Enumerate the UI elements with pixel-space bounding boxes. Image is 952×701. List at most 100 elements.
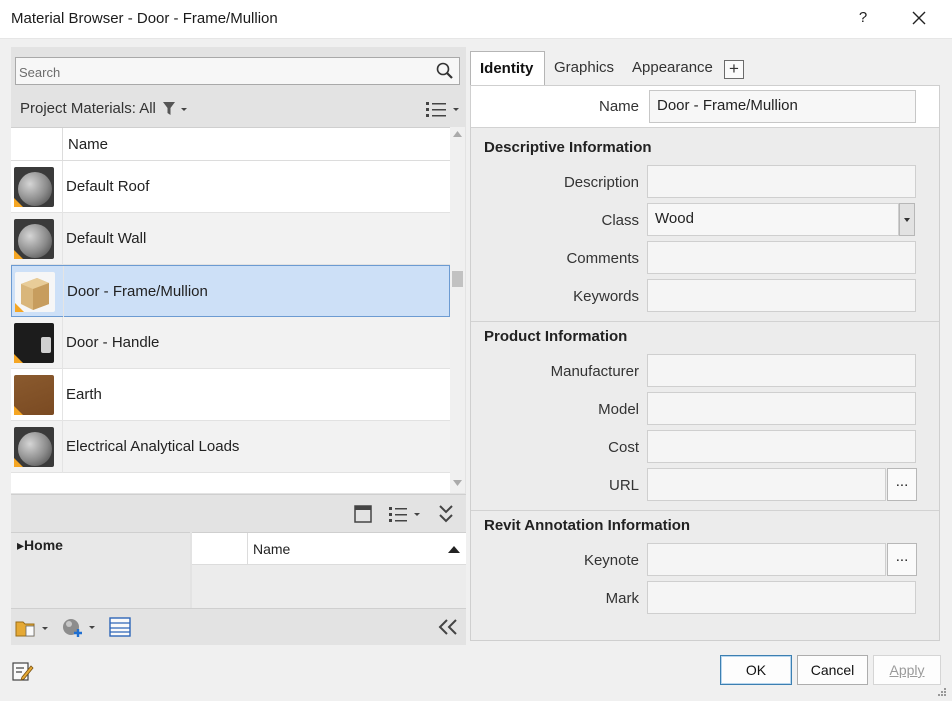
close-button[interactable] <box>905 6 933 30</box>
model-label: Model <box>598 401 639 418</box>
filter-icon[interactable] <box>161 101 197 117</box>
cancel-button[interactable]: Cancel <box>797 655 868 685</box>
tab-identity[interactable]: Identity <box>470 51 545 86</box>
keywords-field[interactable] <box>647 279 916 312</box>
name-field[interactable]: Door - Frame/Mullion <box>649 90 916 123</box>
url-label: URL <box>608 477 639 494</box>
search-input[interactable] <box>19 62 419 82</box>
search-icon[interactable] <box>435 61 455 81</box>
manufacturer-field[interactable] <box>647 354 916 387</box>
class-dropdown-arrow-icon[interactable] <box>899 203 915 236</box>
material-row[interactable]: Door - Frame/Mullion <box>11 265 450 318</box>
material-row[interactable]: Door - Handle <box>11 317 450 369</box>
keynote-field[interactable] <box>647 543 886 576</box>
column-separator <box>62 161 63 213</box>
column-separator <box>62 128 63 161</box>
material-name: Default Roof <box>66 178 150 195</box>
model-field[interactable] <box>647 392 916 425</box>
project-materials-label: Project Materials: All <box>20 100 156 117</box>
bottom-toolbar <box>11 608 466 645</box>
section-divider <box>471 510 939 511</box>
scroll-up-icon[interactable] <box>453 130 462 138</box>
material-thumbnail <box>15 272 55 312</box>
description-field[interactable] <box>647 165 916 198</box>
library-home-item[interactable]: ▸Home <box>17 537 63 554</box>
apply-button[interactable]: Apply <box>873 655 941 685</box>
project-materials-bar: Project Materials: All <box>11 92 466 126</box>
tab-bar: Identity Graphics Appearance + <box>470 51 940 86</box>
library-list-header[interactable]: Name <box>192 533 466 565</box>
material-thumbnail <box>14 323 54 363</box>
material-list-scrollbar[interactable] <box>450 127 465 493</box>
library-list-view-icon[interactable] <box>387 504 423 524</box>
resize-grip-icon[interactable] <box>936 686 948 698</box>
comments-field[interactable] <box>647 241 916 274</box>
keynote-label: Keynote <box>583 552 639 569</box>
tab-appearance[interactable]: Appearance <box>623 51 722 85</box>
library-material-list[interactable]: Name <box>192 532 466 608</box>
mark-label: Mark <box>605 590 639 607</box>
keywords-label: Keywords <box>573 288 639 305</box>
cost-label: Cost <box>608 439 639 456</box>
panel-view-icon[interactable] <box>353 504 373 524</box>
material-name: Default Wall <box>66 230 147 247</box>
scroll-thumb[interactable] <box>452 271 463 287</box>
material-row[interactable]: Earth <box>11 369 450 421</box>
description-label: Description <box>563 174 639 191</box>
material-list[interactable]: Default Mass ShadeDefault RoofDefault Wa… <box>11 127 450 493</box>
library-toolbar <box>11 494 466 532</box>
column-separator <box>62 421 63 473</box>
material-thumbnail <box>14 375 54 415</box>
library-tree[interactable]: ▸Home <box>11 532 190 608</box>
url-browse-button[interactable]: ... <box>887 468 917 501</box>
class-label: Class <box>601 212 639 229</box>
close-icon <box>912 11 926 25</box>
project-badge-icon <box>14 198 23 207</box>
keynote-browse-button[interactable]: ... <box>887 543 917 576</box>
comments-label: Comments <box>566 250 639 267</box>
project-badge-icon <box>14 458 23 467</box>
manufacturer-label: Manufacturer <box>550 363 639 380</box>
material-list-header[interactable]: Name <box>11 128 450 161</box>
material-editor-icon[interactable] <box>12 660 34 682</box>
name-column-header: Name <box>68 136 109 153</box>
ok-button[interactable]: OK <box>720 655 792 685</box>
url-field[interactable] <box>647 468 886 501</box>
search-box <box>15 57 460 85</box>
project-badge-icon <box>14 354 23 363</box>
column-separator <box>63 266 64 318</box>
material-row[interactable]: Default Wall <box>11 213 450 265</box>
name-label: Name <box>598 98 639 115</box>
open-library-icon[interactable] <box>15 617 51 639</box>
material-row[interactable]: Electrical Analytical Loads <box>11 421 450 473</box>
project-badge-icon <box>14 250 23 259</box>
column-separator <box>62 213 63 265</box>
descriptive-information-heading: Descriptive Information <box>484 139 652 156</box>
collapse-library-icon[interactable] <box>437 503 455 525</box>
column-separator <box>247 533 248 565</box>
window-title: Material Browser - Door - Frame/Mullion <box>11 10 278 27</box>
column-separator <box>62 369 63 421</box>
add-asset-button[interactable]: + <box>724 60 744 79</box>
tab-graphics[interactable]: Graphics <box>545 51 623 85</box>
library-name-column-header: Name <box>253 541 291 557</box>
project-badge-icon <box>15 303 24 312</box>
help-button[interactable]: ? <box>852 6 874 30</box>
material-row[interactable]: Default Roof <box>11 161 450 213</box>
name-row: Name Door - Frame/Mullion <box>471 86 939 128</box>
sort-ascending-icon <box>448 546 460 553</box>
identity-panel: Name Door - Frame/Mullion Descriptive In… <box>470 85 940 641</box>
collapse-panel-icon[interactable] <box>437 618 459 636</box>
project-badge-icon <box>14 406 23 415</box>
title-bar: Material Browser - Door - Frame/Mullion … <box>0 0 952 38</box>
material-thumbnail <box>14 427 54 467</box>
cost-field[interactable] <box>647 430 916 463</box>
asset-browser-icon[interactable] <box>109 617 131 637</box>
mark-field[interactable] <box>647 581 916 614</box>
scroll-down-icon[interactable] <box>453 479 462 487</box>
class-select[interactable]: Wood <box>647 203 899 236</box>
material-name: Door - Frame/Mullion <box>67 283 208 300</box>
list-view-icon[interactable] <box>424 99 462 119</box>
create-material-icon[interactable] <box>61 616 99 640</box>
material-name: Door - Handle <box>66 334 160 351</box>
